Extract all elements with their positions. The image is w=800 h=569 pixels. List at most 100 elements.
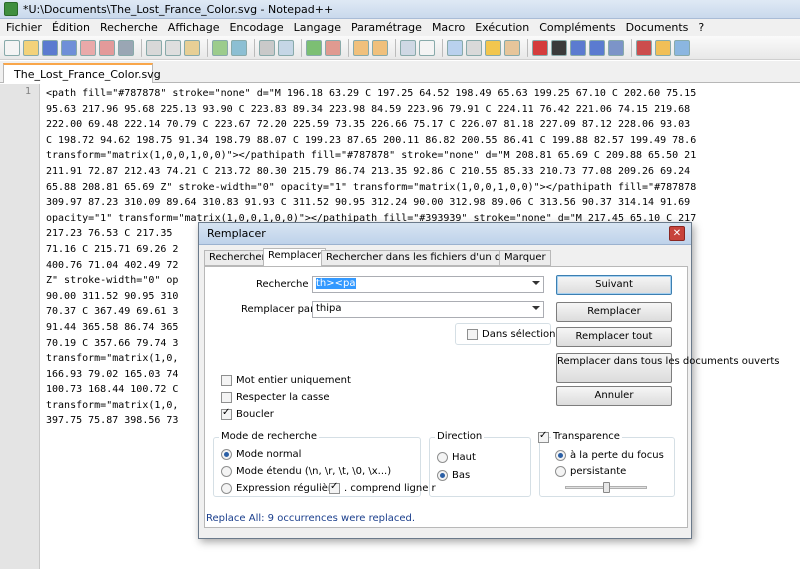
replace-all-button[interactable]: Remplacer tout <box>556 327 672 347</box>
transparency-persistent-radio[interactable] <box>555 466 566 477</box>
in-selection-label: Dans sélection <box>482 329 556 340</box>
mode-regex-radio[interactable] <box>221 483 232 494</box>
play-macro-multiple-icon[interactable] <box>589 39 605 56</box>
play-macro-icon[interactable] <box>570 39 586 56</box>
code-line: C 198.72 94.62 198.75 91.34 198.79 88.07… <box>46 134 697 146</box>
toolbar-separator <box>301 38 302 57</box>
cancel-button[interactable]: Annuler <box>556 386 672 406</box>
toolbar-separator <box>348 38 349 57</box>
record-macro-icon[interactable] <box>532 39 548 56</box>
sync-horizontal-icon[interactable] <box>372 39 388 56</box>
save-icon[interactable] <box>42 39 58 56</box>
window-title-bar: *U:\Documents\The_Lost_France_Color.svg … <box>0 0 800 19</box>
transparency-focus-label: à la perte du focus <box>570 450 664 461</box>
in-selection-checkbox[interactable] <box>467 329 478 340</box>
toolbar-separator <box>395 38 396 57</box>
menu-bar: Fichier Édition Recherche Affichage Enco… <box>0 19 800 36</box>
save-macro-icon[interactable] <box>608 39 624 56</box>
menu-encodage[interactable]: Encodage <box>229 21 283 34</box>
wrap-around-checkbox[interactable] <box>221 407 232 420</box>
stop-macro-icon[interactable] <box>551 39 567 56</box>
undo-icon[interactable] <box>212 39 228 56</box>
replace-dialog: Remplacer ✕ Rechercher Remplacer Recherc… <box>198 222 780 539</box>
transparency-focus-radio[interactable] <box>555 450 566 461</box>
menu-langage[interactable]: Langage <box>294 21 341 34</box>
dot-newline-label: . comprend ligne r <box>344 483 436 494</box>
toolbar-separator <box>631 38 632 57</box>
mode-extended-label: Mode étendu (\n, \r, \t, \0, \x...) <box>236 466 392 477</box>
match-case-checkbox[interactable] <box>221 392 232 403</box>
next-button[interactable]: Suivant <box>556 275 672 295</box>
code-line: 95.63 217.96 95.68 225.13 93.90 C 223.83… <box>46 103 691 115</box>
chevron-down-icon[interactable] <box>532 306 540 310</box>
indent-guide-icon[interactable] <box>447 39 463 56</box>
spell-check-abc-icon[interactable] <box>674 39 690 56</box>
spell-check-options-icon[interactable] <box>655 39 671 56</box>
zoom-out-icon[interactable] <box>325 39 341 56</box>
tab-remplacer[interactable]: Remplacer <box>263 248 327 267</box>
direction-down-label: Bas <box>452 470 471 481</box>
menu-macro[interactable]: Macro <box>432 21 465 34</box>
replace-input[interactable]: thipa <box>312 301 544 318</box>
transparency-title: Transparence <box>551 431 622 442</box>
paste-icon[interactable] <box>184 39 200 56</box>
tab-marquer[interactable]: Marquer <box>499 250 551 266</box>
redo-icon[interactable] <box>231 39 247 56</box>
menu-recherche[interactable]: Recherche <box>100 21 158 34</box>
cut-icon[interactable] <box>146 39 162 56</box>
menu-documents[interactable]: Documents <box>626 21 689 34</box>
transparency-slider-thumb[interactable] <box>603 482 610 493</box>
open-file-icon[interactable] <box>23 39 39 56</box>
menu-help[interactable]: ? <box>698 21 704 34</box>
chevron-down-icon[interactable] <box>532 281 540 285</box>
new-file-icon[interactable] <box>4 39 20 56</box>
menu-fichier[interactable]: Fichier <box>6 21 42 34</box>
direction-down-radio[interactable] <box>437 470 448 481</box>
code-line: <path fill="#787878" stroke="none" d="M … <box>46 88 697 99</box>
code-line: transform="matrix(1,0,0,1,0,0)"></pathip… <box>46 150 697 162</box>
wrap-around-label: Boucler <box>236 409 274 420</box>
code-line: 65.88 208.81 65.69 Z" stroke-width="0" o… <box>46 181 697 193</box>
function-list-icon[interactable] <box>504 39 520 56</box>
search-input[interactable]: th><pa <box>312 276 544 293</box>
spell-check-icon[interactable] <box>636 39 652 56</box>
close-file-icon[interactable] <box>80 39 96 56</box>
menu-execution[interactable]: Exécution <box>475 21 529 34</box>
replace-all-open-docs-button[interactable]: Remplacer dans tous les documents ouvert… <box>556 353 780 383</box>
toolbar-separator <box>207 38 208 57</box>
dialog-title-bar[interactable]: Remplacer ✕ <box>199 223 691 245</box>
show-all-chars-icon[interactable] <box>419 39 435 56</box>
close-all-icon[interactable] <box>99 39 115 56</box>
menu-edition[interactable]: Édition <box>52 21 90 34</box>
dot-newline-checkbox[interactable] <box>329 481 340 494</box>
user-language-icon[interactable] <box>466 39 482 56</box>
find-icon[interactable] <box>259 39 275 56</box>
toolbar-separator <box>527 38 528 57</box>
word-wrap-icon[interactable] <box>400 39 416 56</box>
replace-icon[interactable] <box>278 39 294 56</box>
close-icon[interactable]: ✕ <box>669 226 685 241</box>
menu-affichage[interactable]: Affichage <box>168 21 220 34</box>
toolbar-separator <box>442 38 443 57</box>
dialog-tab-bar: Rechercher Remplacer Rechercher dans les… <box>204 248 688 267</box>
copy-icon[interactable] <box>165 39 181 56</box>
sync-vertical-icon[interactable] <box>353 39 369 56</box>
mode-extended-radio[interactable] <box>221 466 232 477</box>
mode-normal-radio[interactable] <box>221 449 232 460</box>
transparency-checkbox[interactable] <box>538 430 549 443</box>
print-icon[interactable] <box>118 39 134 56</box>
file-tab[interactable]: The_Lost_France_Color.svg <box>3 63 161 83</box>
tab-rechercher[interactable]: Rechercher <box>204 250 271 266</box>
notepad-plus-plus-icon <box>4 2 18 16</box>
whole-word-checkbox[interactable] <box>221 375 232 386</box>
mode-normal-label: Mode normal <box>236 449 302 460</box>
zoom-in-icon[interactable] <box>306 39 322 56</box>
replace-button[interactable]: Remplacer <box>556 302 672 322</box>
menu-complements[interactable]: Compléments <box>539 21 615 34</box>
doc-map-icon[interactable] <box>485 39 501 56</box>
save-all-icon[interactable] <box>61 39 77 56</box>
direction-up-radio[interactable] <box>437 452 448 463</box>
toolbar-separator <box>254 38 255 57</box>
file-tab-label: The_Lost_France_Color.svg <box>14 67 161 81</box>
menu-parametrage[interactable]: Paramétrage <box>351 21 422 34</box>
